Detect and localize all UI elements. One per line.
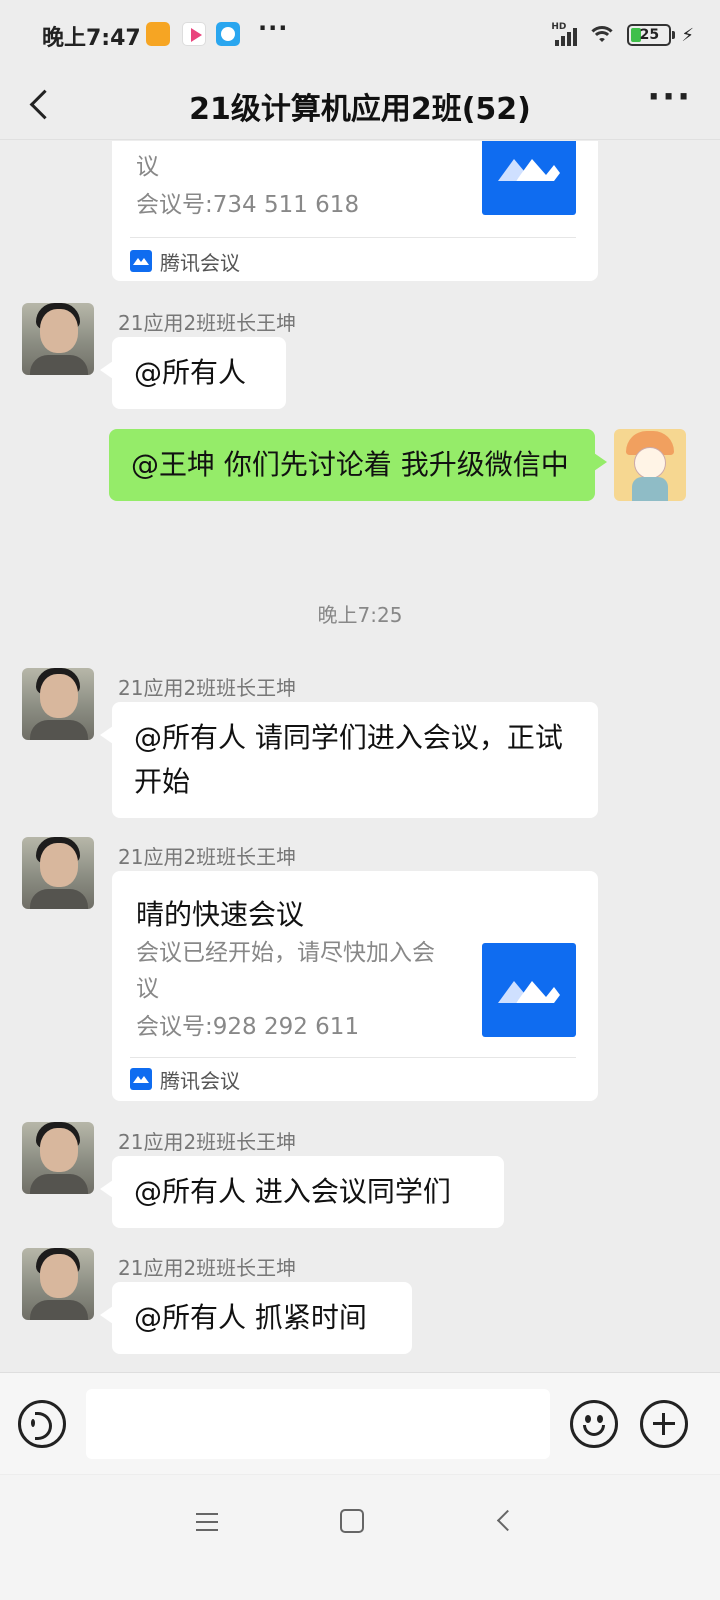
meeting-card-id: 会议号:928 292 611 <box>136 1014 360 1040</box>
timestamp: 晚上7:25 <box>317 603 403 627</box>
message-app-icon <box>216 22 240 46</box>
status-indicators: HD 25 ⚡ <box>551 22 694 48</box>
card-divider <box>130 1057 576 1058</box>
meeting-card-description: 会议已经开始，请尽快加入会议 <box>136 141 435 180</box>
tencent-meeting-icon <box>130 1068 152 1090</box>
meeting-card-title: 晴的快速会议 <box>136 898 305 931</box>
tencent-meeting-icon <box>130 250 152 272</box>
meeting-card-source: 腾讯会议 <box>130 249 240 275</box>
meeting-card[interactable]: 晴的快速会议 会议已经开始，请尽快加入会议 会议号:928 292 611 腾讯… <box>112 871 598 1101</box>
sender-name: 21应用2班班长王坤 <box>118 1256 297 1280</box>
emoji-icon[interactable] <box>570 1400 618 1448</box>
tencent-meeting-logo-icon <box>482 943 576 1037</box>
message-bubble[interactable]: @所有人 请同学们进入会议，正试开始 <box>100 702 598 818</box>
charging-icon: ⚡ <box>681 24 694 46</box>
plus-icon[interactable] <box>640 1400 688 1448</box>
avatar[interactable] <box>22 303 94 375</box>
avatar-self[interactable] <box>614 429 686 501</box>
meeting-card-description: 会议已经开始，请尽快加入会议 <box>136 940 435 1002</box>
sender-name: 21应用2班班长王坤 <box>118 311 297 335</box>
tencent-meeting-logo-icon <box>482 141 576 215</box>
home-icon[interactable] <box>340 1509 364 1533</box>
video-app-icon <box>182 22 206 46</box>
avatar[interactable] <box>22 837 94 909</box>
chat-title: 21级计算机应用2班(52) <box>189 92 531 127</box>
status-bar: 晚上7:47 ··· HD 25 ⚡ <box>0 0 720 70</box>
input-bar <box>0 1372 720 1474</box>
message-bubble[interactable]: @所有人 抓紧时间 <box>100 1282 412 1354</box>
system-navigation-bar <box>0 1475 720 1600</box>
message-input[interactable] <box>86 1389 550 1459</box>
sender-name: 21应用2班班长王坤 <box>118 1130 297 1154</box>
status-time: 晚上7:47 <box>42 26 141 51</box>
recent-apps-icon[interactable] <box>196 1513 220 1533</box>
avatar[interactable] <box>22 1122 94 1194</box>
meeting-card-source: 腾讯会议 <box>130 1067 240 1093</box>
message-list[interactable]: 会议已经开始，请尽快加入会议 会议号:734 511 618 腾讯会议 21应用… <box>0 141 720 1401</box>
chat-header: 21级计算机应用2班(52) ··· <box>0 70 720 140</box>
meeting-card-id: 会议号:734 511 618 <box>136 192 360 218</box>
meeting-card-source-label: 腾讯会议 <box>160 250 240 275</box>
meeting-card[interactable]: 会议已经开始，请尽快加入会议 会议号:734 511 618 腾讯会议 <box>112 141 598 281</box>
voice-icon[interactable] <box>18 1400 66 1448</box>
battery-icon: 25 <box>627 24 676 46</box>
sender-name: 21应用2班班长王坤 <box>118 676 297 700</box>
system-back-icon[interactable] <box>494 1511 514 1531</box>
signal-icon: HD <box>551 22 578 46</box>
message-bubble[interactable]: @所有人 进入会议同学们 <box>100 1156 504 1228</box>
sender-name: 21应用2班班长王坤 <box>118 845 297 869</box>
avatar[interactable] <box>22 1248 94 1320</box>
status-more-icon: ··· <box>258 14 289 42</box>
notification-app-icon <box>146 22 170 46</box>
battery-level: 25 <box>639 27 660 43</box>
meeting-card-source-label: 腾讯会议 <box>160 1068 240 1093</box>
message-bubble-self[interactable]: @王坤 你们先讨论着 我升级微信中 <box>109 429 607 501</box>
message-bubble[interactable]: @所有人 <box>100 337 286 409</box>
wifi-icon <box>587 24 618 46</box>
more-icon[interactable]: ··· <box>647 80 692 114</box>
avatar[interactable] <box>22 668 94 740</box>
card-divider <box>130 237 576 238</box>
